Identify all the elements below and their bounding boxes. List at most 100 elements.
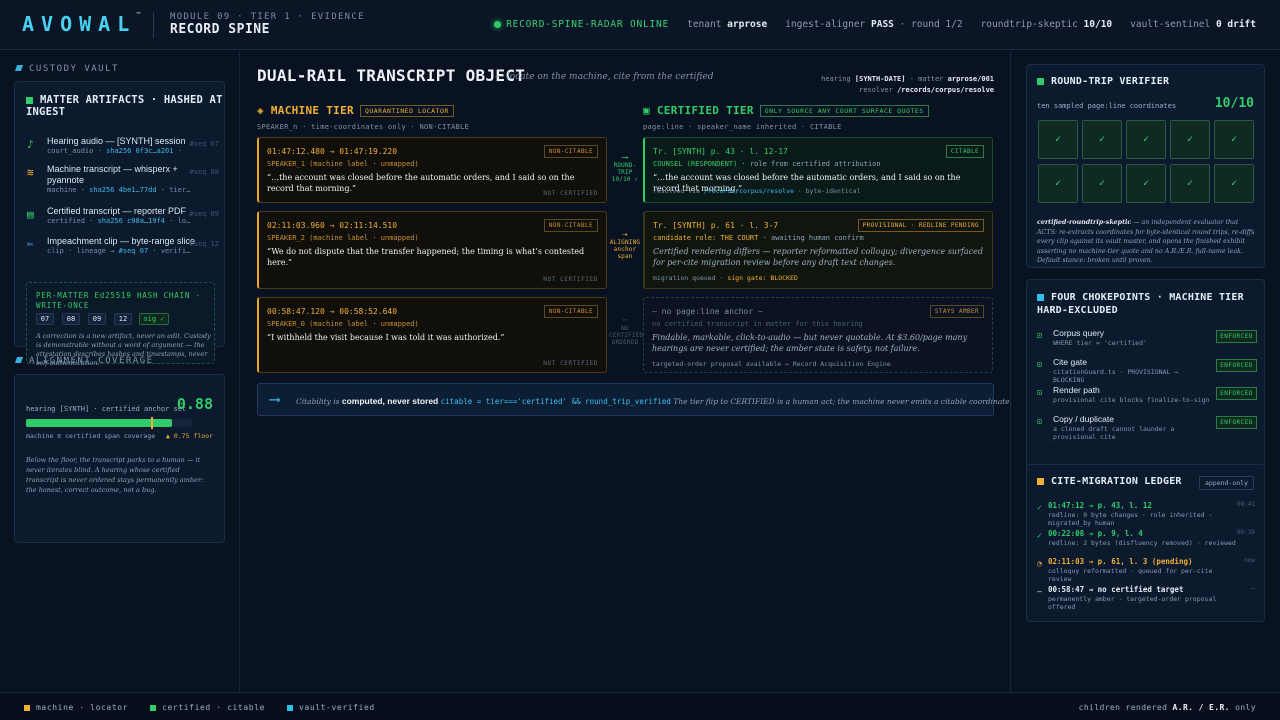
certified-segment[interactable]: Tr. [SYNTH] p. 43 · l. 12-17 CITABLE COU… [643, 137, 993, 203]
provisional-segment[interactable]: Tr. [SYNTH] p. 61 · l. 3-7 PROVISIONAL ·… [643, 211, 993, 289]
ledger-desc: colloquy reformatted · queued for per-ci… [1048, 567, 1213, 583]
header-status-bar: RECORD-SPINE-RADAR ONLINE tenant arprose… [494, 19, 1256, 30]
artifact-hash[interactable]: #seq 07 [119, 247, 149, 255]
machine-segment[interactable]: 02:11:03.960 → 02:11:14.510 NON-CITABLE SP… [257, 211, 607, 289]
chain-link[interactable]: 12 [114, 313, 132, 325]
ledger-card: CITE-MIGRATION LEDGER append-only ✓ 01:47… [1026, 464, 1265, 622]
check-cell[interactable]: ✓ [1214, 164, 1254, 203]
trademark: ™ [136, 11, 141, 20]
artifact-icon: ▤ [27, 208, 34, 221]
sentinel-status: vault-sentinel 0 drift [1130, 19, 1256, 30]
check-cell[interactable]: ✓ [1082, 120, 1122, 159]
lock-icon: ⊡ [1037, 359, 1042, 369]
migration-status: migration queued · sign gate: BLOCKED [653, 274, 798, 282]
legend-swatch-icon [24, 704, 30, 711]
check-cell[interactable]: ✓ [1214, 120, 1254, 159]
sequence-number: #seq 08 [189, 168, 219, 176]
ledger-status-icon: ✓ [1037, 503, 1042, 512]
page-line-ref[interactable]: Tr. [SYNTH] p. 43 · l. 12-17 [653, 147, 788, 156]
no-anchor-segment[interactable]: — no page:line anchor — STAYS AMBER no c… [643, 297, 993, 373]
chain-link[interactable]: 07 [36, 313, 54, 325]
ledger-entry[interactable]: — 00:58:47 → no certified target permanent… [1037, 585, 1255, 611]
sequence-number: #seq 07 [189, 140, 219, 148]
citability-code: citable = tier==='certified' && round_tr… [440, 397, 671, 406]
not-certified-label: NOT CERTIFIED [543, 360, 598, 367]
app-logo[interactable]: AVOWAL™ [22, 11, 141, 36]
certified-tier-subtitle: page:line · speaker_name inherited · CIT… [643, 123, 842, 131]
chokepoint-row[interactable]: ⊡ Cite gate citationGuard.ts · PROVISIONAL… [1037, 356, 1257, 384]
timecode[interactable]: 00:58:47.120 → 00:58:52.640 [267, 307, 397, 316]
artifact-name: Machine transcript — whisperx + pyannote [47, 164, 178, 185]
tenant-status: tenant arprose [687, 19, 768, 30]
machine-tier-heading: ◈ MACHINE TIER QUARANTINED LOCATOR [257, 104, 454, 117]
chain-link[interactable]: 08 [62, 313, 80, 325]
logo-text: AVOWAL [22, 12, 137, 36]
page-subtitle: — locate on the machine, cite from the c… [495, 72, 714, 82]
lock-icon: ⊡ [1037, 416, 1042, 426]
ledger-desc: redline: 0 byte changes · role inherited… [1048, 511, 1213, 527]
check-cell[interactable]: ✓ [1126, 164, 1166, 203]
round-trip-arrow: ⟶ ROUND-TRIP 10/10 ✓ [611, 153, 639, 184]
chain-link[interactable]: 09 [88, 313, 106, 325]
chokepoint-row[interactable]: ⊡ Render path provisional cite blocks fina… [1037, 385, 1257, 405]
page-line-ref[interactable]: Tr. [SYNTH] p. 61 · l. 3-7 [653, 221, 778, 230]
coverage-bar [26, 417, 192, 429]
ledger-head: 00:22:08 → p. 9, l. 4 [1048, 529, 1143, 538]
ledger-entry[interactable]: ✓ 01:47:12 → p. 43, l. 12 redline: 0 byte … [1037, 501, 1255, 527]
citable-badge: CITABLE [945, 145, 984, 158]
meta-prefix: court_audio · [47, 147, 107, 155]
lock-icon: ⊡ [1037, 331, 1042, 340]
ledger-title: CITE-MIGRATION LEDGER [1037, 476, 1182, 487]
artifact-row[interactable]: ♪ Hearing audio — [SYNTH] session court_au… [27, 136, 219, 164]
amber-explanation: Findable, markable, click-to-audio — but… [652, 333, 968, 353]
artifact-row[interactable]: ✂ Impeachment clip — byte-range slice clip… [27, 236, 219, 264]
targeted-order-link[interactable]: targeted-order proposal available → Reco… [652, 360, 891, 368]
ledger-time: 09:41 [1236, 501, 1255, 508]
machine-tier-tag: QUARANTINED LOCATOR [359, 105, 454, 117]
resolver-link[interactable]: /records/corpus/resolve [704, 187, 794, 195]
chokepoints-title: FOUR CHOKEPOINTS · MACHINE TIER HARD-EXC… [1037, 292, 1244, 316]
chokepoint-row[interactable]: ⊡ Copy / duplicate a cloned draft cannot l… [1037, 414, 1257, 441]
speaker-role: COUNSEL (RESPONDENT) [653, 160, 738, 168]
citability-bar: ⟶ Citability is computed, never stored c… [257, 383, 1012, 416]
section-marker-icon [14, 357, 24, 363]
check-cell[interactable]: ✓ [1082, 164, 1122, 203]
artifact-hash[interactable]: sha256 c08a…19f4 [98, 217, 165, 225]
machine-speaker: SPEAKER_0 (machine label · unmapped) [267, 320, 419, 328]
timecode[interactable]: 02:11:03.960 → 02:11:14.510 [267, 221, 397, 230]
chokepoint-name: Cite gate [1053, 356, 1088, 367]
section-alignment-coverage: ALIGNMENT COVERAGE [14, 356, 154, 366]
enforced-badge: ENFORCED [1216, 358, 1257, 372]
round-trip-card: ROUND-TRIP VERIFIER ten sampled page:lin… [1026, 64, 1265, 268]
status-square-icon [1037, 77, 1044, 85]
artifact-hash[interactable]: sha256 4be1…77dd [89, 186, 156, 194]
ledger-entry[interactable]: ✓ 00:22:08 → p. 9, l. 4 redline: 2 bytes (… [1037, 529, 1255, 555]
artifact-hash[interactable]: sha256 0f3c…a201 [106, 147, 173, 155]
check-cell[interactable]: ✓ [1038, 164, 1078, 203]
machine-segment[interactable]: 01:47:12.480 → 01:47:19.220 NON-CITABLE SP… [257, 137, 607, 203]
no-anchor-ref: — no page:line anchor — [652, 307, 763, 316]
module-title: RECORD SPINE [170, 22, 270, 37]
check-cell[interactable]: ✓ [1170, 164, 1210, 203]
machine-quote: “I withheld the visit because I was told… [267, 333, 505, 342]
artifact-row[interactable]: ▤ Certified transcript — reporter PDF cert… [27, 206, 219, 234]
chokepoint-row[interactable]: ⊡ Corpus query WHERE tier = 'certified' ENF… [1037, 328, 1257, 348]
artifact-meta: certified · sha256 c08a…19f4 · lo… [47, 217, 192, 225]
machine-segment[interactable]: 00:58:47.120 → 00:58:52.640 NON-CITABLE SP… [257, 297, 607, 373]
check-cell[interactable]: ✓ [1126, 120, 1166, 159]
check-cell[interactable]: ✓ [1038, 120, 1078, 159]
artifact-row[interactable]: ≋ Machine transcript — whisperx + pyannot… [27, 164, 219, 194]
timecode[interactable]: 01:47:12.480 → 01:47:19.220 [267, 147, 397, 156]
legend: machine · locator certified · citable va… [24, 703, 375, 712]
resolved-via: resolved via /records/corpus/resolve · b… [653, 187, 861, 195]
footer: machine · locator certified · citable va… [0, 692, 1280, 720]
artifact-icon: ♪ [27, 138, 34, 151]
signature-chip[interactable]: sig ✓ [139, 313, 169, 325]
check-cell[interactable]: ✓ [1170, 120, 1210, 159]
left-sidebar: CUSTODY VAULT MATTER ARTIFACTS · HASHED … [0, 51, 240, 692]
no-certified-arrow: ┄ NO CERTIFIED ORDERED [609, 316, 644, 347]
ledger-entry[interactable]: ◔ 02:11:03 → p. 61, l. 3 (pending) colloqu… [1037, 557, 1255, 583]
artifact-meta: machine · sha256 4be1…77dd · tier… [47, 186, 192, 194]
status-square-icon [26, 96, 33, 104]
meta-suffix: · [173, 147, 182, 155]
